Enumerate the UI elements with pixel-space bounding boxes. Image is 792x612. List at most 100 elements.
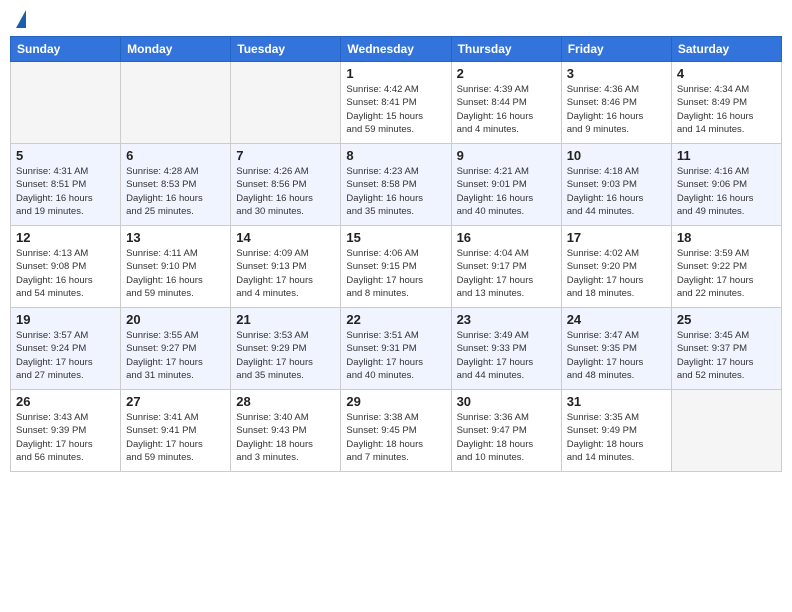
calendar-cell: 12Sunrise: 4:13 AMSunset: 9:08 PMDayligh… [11,226,121,308]
day-number: 28 [236,394,335,409]
day-number: 1 [346,66,445,81]
day-info: Sunrise: 3:49 AMSunset: 9:33 PMDaylight:… [457,329,556,382]
calendar-cell: 24 Sunrise: 3:47 AMSunset: 9:35 PMDayligh… [561,308,671,390]
day-info: Sunrise: 4:36 AMSunset: 8:46 PMDaylight:… [567,83,666,136]
calendar-header-thursday: Thursday [451,37,561,62]
calendar-cell: 17Sunrise: 4:02 AMSunset: 9:20 PMDayligh… [561,226,671,308]
day-info: Sunrise: 3:57 AMSunset: 9:24 PMDaylight:… [16,329,115,382]
calendar-cell: 31 Sunrise: 3:35 AMSunset: 9:49 PMDayligh… [561,390,671,472]
calendar-cell: 14 Sunrise: 4:09 AMSunset: 9:13 PMDayligh… [231,226,341,308]
calendar-cell: 21 Sunrise: 3:53 AMSunset: 9:29 PMDayligh… [231,308,341,390]
day-number: 17 [567,230,666,245]
calendar-header-tuesday: Tuesday [231,37,341,62]
calendar-cell: 22Sunrise: 3:51 AMSunset: 9:31 PMDayligh… [341,308,451,390]
day-info: Sunrise: 4:21 AMSunset: 9:01 PMDaylight:… [457,165,556,218]
day-number: 13 [126,230,225,245]
day-info: Sunrise: 4:28 AMSunset: 8:53 PMDaylight:… [126,165,225,218]
day-number: 14 [236,230,335,245]
day-info: Sunrise: 4:13 AMSunset: 9:08 PMDaylight:… [16,247,115,300]
calendar-header-saturday: Saturday [671,37,781,62]
calendar-cell: 15Sunrise: 4:06 AMSunset: 9:15 PMDayligh… [341,226,451,308]
day-number: 11 [677,148,776,163]
day-number: 2 [457,66,556,81]
day-info: Sunrise: 4:11 AMSunset: 9:10 PMDaylight:… [126,247,225,300]
calendar-week-row: 26Sunrise: 3:43 AMSunset: 9:39 PMDayligh… [11,390,782,472]
calendar-cell: 30 Sunrise: 3:36 AMSunset: 9:47 PMDayligh… [451,390,561,472]
calendar-cell: 27 Sunrise: 3:41 AMSunset: 9:41 PMDayligh… [121,390,231,472]
day-info: Sunrise: 4:26 AMSunset: 8:56 PMDaylight:… [236,165,335,218]
calendar-cell: 10 Sunrise: 4:18 AMSunset: 9:03 PMDayligh… [561,144,671,226]
calendar-cell: 20 Sunrise: 3:55 AMSunset: 9:27 PMDayligh… [121,308,231,390]
calendar-header-sunday: Sunday [11,37,121,62]
calendar-week-row: 12Sunrise: 4:13 AMSunset: 9:08 PMDayligh… [11,226,782,308]
calendar-cell: 2 Sunrise: 4:39 AMSunset: 8:44 PMDaylight… [451,62,561,144]
calendar-cell: 23 Sunrise: 3:49 AMSunset: 9:33 PMDayligh… [451,308,561,390]
calendar-cell: 1 Sunrise: 4:42 AMSunset: 8:41 PMDaylight… [341,62,451,144]
calendar-cell [121,62,231,144]
calendar-cell: 28 Sunrise: 3:40 AMSunset: 9:43 PMDayligh… [231,390,341,472]
day-info: Sunrise: 3:40 AMSunset: 9:43 PMDaylight:… [236,411,335,464]
calendar-cell: 8 Sunrise: 4:23 AMSunset: 8:58 PMDaylight… [341,144,451,226]
day-info: Sunrise: 3:55 AMSunset: 9:27 PMDaylight:… [126,329,225,382]
day-info: Sunrise: 4:34 AMSunset: 8:49 PMDaylight:… [677,83,776,136]
day-info: Sunrise: 3:43 AMSunset: 9:39 PMDaylight:… [16,411,115,464]
calendar-cell: 18 Sunrise: 3:59 AMSunset: 9:22 PMDayligh… [671,226,781,308]
day-info: Sunrise: 3:41 AMSunset: 9:41 PMDaylight:… [126,411,225,464]
day-info: Sunrise: 3:59 AMSunset: 9:22 PMDaylight:… [677,247,776,300]
logo [14,10,26,28]
day-number: 30 [457,394,556,409]
day-number: 9 [457,148,556,163]
day-info: Sunrise: 3:45 AMSunset: 9:37 PMDaylight:… [677,329,776,382]
calendar-cell: 5Sunrise: 4:31 AMSunset: 8:51 PMDaylight… [11,144,121,226]
day-number: 29 [346,394,445,409]
calendar-cell: 29 Sunrise: 3:38 AMSunset: 9:45 PMDayligh… [341,390,451,472]
day-number: 8 [346,148,445,163]
day-info: Sunrise: 4:18 AMSunset: 9:03 PMDaylight:… [567,165,666,218]
day-info: Sunrise: 4:04 AMSunset: 9:17 PMDaylight:… [457,247,556,300]
day-info: Sunrise: 4:09 AMSunset: 9:13 PMDaylight:… [236,247,335,300]
day-number: 20 [126,312,225,327]
day-number: 31 [567,394,666,409]
calendar-cell: 3 Sunrise: 4:36 AMSunset: 8:46 PMDaylight… [561,62,671,144]
calendar-cell: 26Sunrise: 3:43 AMSunset: 9:39 PMDayligh… [11,390,121,472]
day-info: Sunrise: 4:31 AMSunset: 8:51 PMDaylight:… [16,165,115,218]
calendar-header-wednesday: Wednesday [341,37,451,62]
day-number: 18 [677,230,776,245]
day-number: 16 [457,230,556,245]
day-number: 3 [567,66,666,81]
day-info: Sunrise: 3:51 AMSunset: 9:31 PMDaylight:… [346,329,445,382]
calendar-table: SundayMondayTuesdayWednesdayThursdayFrid… [10,36,782,472]
day-number: 25 [677,312,776,327]
day-info: Sunrise: 3:47 AMSunset: 9:35 PMDaylight:… [567,329,666,382]
day-number: 27 [126,394,225,409]
calendar-cell: 7Sunrise: 4:26 AMSunset: 8:56 PMDaylight… [231,144,341,226]
calendar-cell: 11 Sunrise: 4:16 AMSunset: 9:06 PMDayligh… [671,144,781,226]
calendar-cell: 25 Sunrise: 3:45 AMSunset: 9:37 PMDayligh… [671,308,781,390]
day-info: Sunrise: 4:39 AMSunset: 8:44 PMDaylight:… [457,83,556,136]
calendar-week-row: 5Sunrise: 4:31 AMSunset: 8:51 PMDaylight… [11,144,782,226]
calendar-header-row: SundayMondayTuesdayWednesdayThursdayFrid… [11,37,782,62]
calendar-cell: 9 Sunrise: 4:21 AMSunset: 9:01 PMDaylight… [451,144,561,226]
day-info: Sunrise: 3:53 AMSunset: 9:29 PMDaylight:… [236,329,335,382]
day-number: 21 [236,312,335,327]
calendar-cell: 4Sunrise: 4:34 AMSunset: 8:49 PMDaylight… [671,62,781,144]
day-number: 24 [567,312,666,327]
calendar-cell: 13 Sunrise: 4:11 AMSunset: 9:10 PMDayligh… [121,226,231,308]
day-info: Sunrise: 4:42 AMSunset: 8:41 PMDaylight:… [346,83,445,136]
calendar-week-row: 19 Sunrise: 3:57 AMSunset: 9:24 PMDayligh… [11,308,782,390]
day-number: 19 [16,312,115,327]
day-number: 23 [457,312,556,327]
day-number: 15 [346,230,445,245]
day-info: Sunrise: 3:36 AMSunset: 9:47 PMDaylight:… [457,411,556,464]
day-info: Sunrise: 3:38 AMSunset: 9:45 PMDaylight:… [346,411,445,464]
day-info: Sunrise: 3:35 AMSunset: 9:49 PMDaylight:… [567,411,666,464]
page-header [10,10,782,28]
calendar-cell [231,62,341,144]
logo-triangle-icon [16,10,26,28]
calendar-cell: 6 Sunrise: 4:28 AMSunset: 8:53 PMDaylight… [121,144,231,226]
day-number: 10 [567,148,666,163]
day-info: Sunrise: 4:23 AMSunset: 8:58 PMDaylight:… [346,165,445,218]
day-number: 6 [126,148,225,163]
calendar-cell [11,62,121,144]
day-info: Sunrise: 4:16 AMSunset: 9:06 PMDaylight:… [677,165,776,218]
